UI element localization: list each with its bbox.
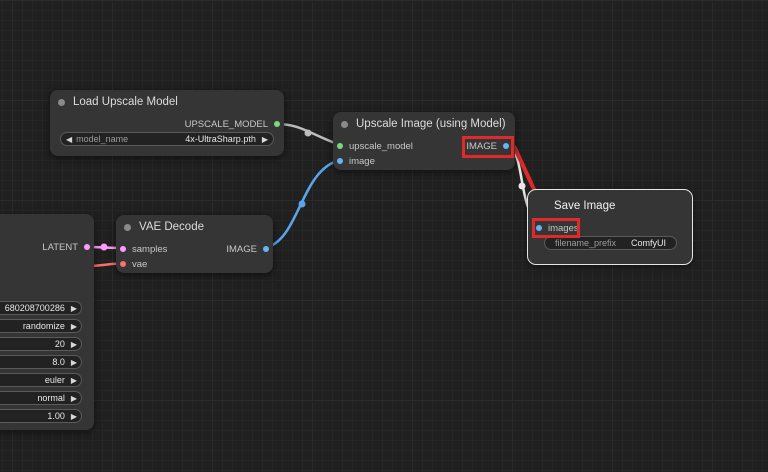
vae-decode-title: VAE Decode [139, 221, 204, 233]
samples-input-slot[interactable]: samples [120, 242, 167, 256]
control-after-generate-widget[interactable]: randomize ▶ [0, 319, 82, 333]
latent-output-label: LATENT [42, 241, 78, 253]
node-title-bar[interactable]: VAE Decode [116, 215, 273, 239]
right-arrow-icon[interactable]: ▶ [71, 340, 77, 349]
cfg-value: 8.0 [52, 357, 65, 367]
filename-prefix-value: ComfyUI [630, 238, 666, 248]
vae-input-slot[interactable]: vae [120, 257, 147, 271]
latent-output-dot[interactable] [84, 244, 90, 250]
collapse-dot-icon[interactable] [58, 98, 65, 106]
filename-prefix-label: filename_prefix [555, 238, 617, 248]
load-upscale-model-title: Load Upscale Model [73, 96, 178, 108]
upscale-model-input-slot[interactable]: upscale_model [337, 139, 413, 153]
sampler-name-value: euler [44, 375, 65, 385]
vae-image-output-dot[interactable] [263, 246, 269, 252]
right-arrow-icon[interactable]: ▶ [71, 394, 77, 403]
right-arrow-icon[interactable]: ▶ [71, 376, 77, 385]
save-image-title: Save Image [554, 200, 616, 212]
steps-widget[interactable]: 20 ▶ [0, 337, 82, 351]
wire-midpoint-save[interactable] [518, 182, 526, 190]
right-arrow-icon[interactable]: ▶ [71, 304, 77, 313]
model-name-value: 4x-UltraSharp.pth [185, 134, 256, 144]
denoise-widget[interactable]: 1.00 ▶ [0, 409, 82, 423]
cfg-widget[interactable]: 8.0 ▶ [0, 355, 82, 369]
scheduler-widget[interactable]: normal ▶ [0, 391, 82, 405]
right-arrow-icon[interactable]: ▶ [262, 135, 268, 144]
node-title-bar[interactable]: Load Upscale Model [50, 90, 284, 114]
vae-image-output-label: IMAGE [226, 243, 257, 255]
samples-input-label: samples [132, 243, 168, 255]
left-arrow-icon[interactable]: ◀ [66, 135, 72, 144]
node-title-bar[interactable]: Upscale Image (using Model) [333, 112, 515, 136]
upscale-model-output-slot[interactable]: UPSCALE_MODEL [185, 117, 280, 131]
filename-prefix-widget[interactable]: filename_prefix ComfyUI [544, 236, 677, 250]
denoise-value: 1.00 [47, 411, 65, 421]
wire-midpoint-latent[interactable] [100, 243, 108, 251]
steps-value: 20 [54, 339, 65, 349]
upscale-model-output-label: UPSCALE_MODEL [184, 118, 268, 130]
model-name-label: model_name [76, 134, 129, 144]
vae-input-label: vae [132, 258, 148, 270]
sampler-name-widget[interactable]: euler ▶ [0, 373, 82, 387]
vae-decode-node[interactable]: VAE Decode samples vae IMAGE [116, 215, 273, 273]
image-input-slot[interactable]: image [337, 154, 375, 168]
upscale-model-input-dot[interactable] [337, 143, 343, 149]
upscale-model-input-label: upscale_model [349, 140, 413, 152]
scheduler-value: normal [37, 393, 65, 403]
right-arrow-icon[interactable]: ▶ [71, 358, 77, 367]
wire-vae-image-to-upscale[interactable] [264, 158, 341, 250]
latent-output-slot[interactable]: LATENT [42, 240, 90, 254]
vae-image-output-slot[interactable]: IMAGE [226, 242, 269, 256]
wire-midpoint-image[interactable] [298, 200, 306, 208]
image-input-label: image [349, 155, 375, 167]
node-title-bar[interactable]: Save Image [528, 194, 692, 218]
model-name-widget[interactable]: ◀ model_name 4x-UltraSharp.pth ▶ [60, 132, 274, 146]
right-arrow-icon[interactable]: ▶ [71, 322, 77, 331]
upscale-image-title: Upscale Image (using Model) [356, 118, 506, 130]
upscale-model-output-dot[interactable] [274, 121, 280, 127]
collapse-dot-icon[interactable] [341, 120, 348, 128]
sampler-node[interactable]: LATENT 680208700286 ▶ randomize ▶ 20 ▶ 8… [0, 214, 94, 430]
collapse-dot-icon[interactable] [124, 223, 131, 231]
control-value: randomize [22, 321, 65, 331]
load-upscale-model-node[interactable]: Load Upscale Model UPSCALE_MODEL ◀ model… [50, 90, 284, 156]
right-arrow-icon[interactable]: ▶ [71, 412, 77, 421]
image-input-dot[interactable] [337, 158, 343, 164]
samples-input-dot[interactable] [120, 246, 126, 252]
highlight-image-output [462, 136, 514, 158]
wire-midpoint-upscale-model[interactable] [304, 129, 312, 137]
wire-upscale-model[interactable] [276, 122, 341, 147]
seed-value: 680208700286 [4, 303, 65, 313]
vae-input-dot[interactable] [120, 261, 126, 267]
highlight-images-input [532, 218, 580, 238]
seed-widget[interactable]: 680208700286 ▶ [0, 301, 82, 315]
